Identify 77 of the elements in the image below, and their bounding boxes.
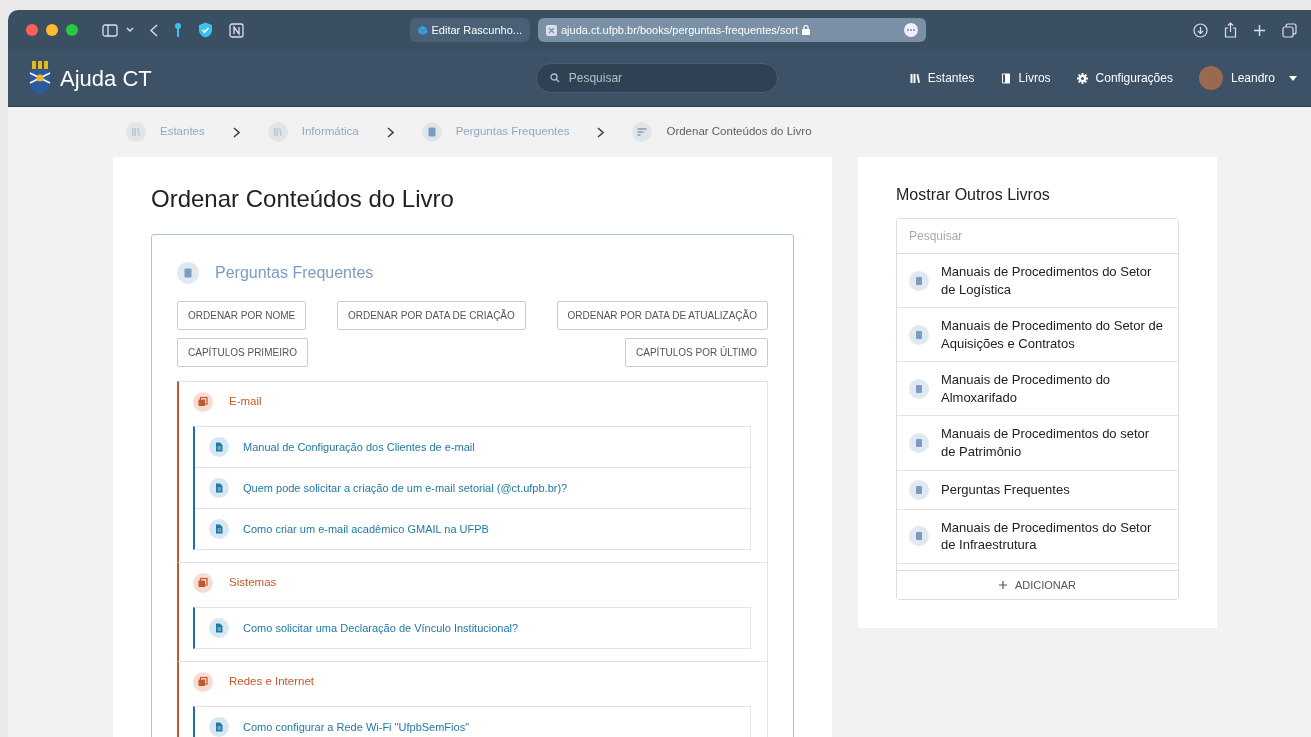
window-control[interactable] (46, 24, 58, 36)
add-button[interactable]: ADICIONAR (897, 569, 1178, 600)
chapter-title: Sistemas (229, 575, 277, 591)
more-icon[interactable] (904, 23, 918, 37)
avatar (1198, 66, 1223, 90)
plus-icon[interactable] (1253, 23, 1266, 37)
browser-tab[interactable]: Editar Rascunho... (410, 18, 530, 42)
document-icon (209, 518, 229, 539)
book-icon (909, 526, 929, 547)
book-list-item[interactable]: Manuais de Procedimentos do Setor de Logística (897, 254, 1178, 309)
window-control[interactable] (66, 24, 78, 36)
book-icon (909, 270, 929, 291)
nav-link[interactable]: Livros (1000, 69, 1051, 87)
share-icon[interactable] (1224, 22, 1237, 38)
search-field[interactable]: Pesquisar (535, 63, 778, 93)
chapter-icon (193, 391, 213, 412)
back-icon[interactable] (150, 23, 158, 37)
book-icon (909, 433, 929, 453)
page-link[interactable]: Como configurar a Rede Wi-Fi "UfpbSemFios" (195, 706, 750, 737)
book-icon (421, 122, 442, 142)
download-icon[interactable] (1193, 22, 1208, 38)
book-list-item[interactable]: Manuais de Procedimentos do Setor de Infraestrutura (897, 509, 1178, 564)
nav-link[interactable]: Estantes (909, 69, 975, 87)
book-icon (1000, 72, 1011, 84)
key-icon[interactable] (174, 22, 182, 38)
sidebar-icon[interactable] (102, 23, 118, 37)
caret-icon (1289, 75, 1297, 81)
page-link[interactable]: Manual de Configuração dos Clientes de e-mail (195, 426, 750, 467)
sidebar-title: Mostrar Outros Livros (896, 185, 1051, 205)
book-icon (909, 324, 929, 345)
gear-icon (1076, 72, 1088, 84)
book-list-item[interactable]: Manuais de Procedimentos do setor de Patrimônio (897, 416, 1178, 471)
chevron-right-icon (232, 126, 240, 138)
page-title: Ordenar Conteúdos do Livro (151, 185, 455, 214)
document-icon (209, 477, 229, 498)
page-link[interactable]: Como criar um e-mail acadêmico GMAIL na UFPB (195, 507, 750, 549)
book-icon (909, 378, 929, 399)
chevron-right-icon (386, 126, 394, 138)
sort-button[interactable]: ORDENAR POR DATA DE CRIAÇÃO (336, 300, 526, 330)
lock-icon (802, 25, 811, 35)
chapter-title: Redes e Internet (229, 674, 315, 690)
crest-icon (28, 61, 52, 95)
books-icon (126, 122, 146, 142)
sort-button[interactable]: ORDENAR POR NOME (177, 300, 307, 330)
sort-button[interactable]: ORDENAR POR DATA DE ATUALIZAÇÃO (556, 300, 768, 330)
cube-icon (418, 23, 428, 37)
document-icon (209, 617, 229, 638)
document-icon (209, 436, 229, 457)
sort-icon (632, 122, 653, 142)
book-title: Perguntas Frequentes (215, 262, 374, 283)
page-link[interactable]: Quem pode solicitar a criação de um e-mail setorial (@ct.ufpb.br)? (195, 466, 750, 508)
book-icon (909, 479, 929, 500)
window-control[interactable] (26, 24, 38, 36)
user-menu[interactable]: Leandro (1198, 66, 1297, 90)
search-icon (549, 73, 560, 83)
sort-button[interactable]: CAPÍTULOS POR ÚLTIMO (625, 337, 768, 367)
nav-link[interactable]: Configurações (1076, 69, 1173, 87)
page-link[interactable]: Como solicitar uma Declaração de Vínculo Institucional? (195, 607, 750, 648)
plus-icon (998, 580, 1007, 589)
sort-button[interactable]: CAPÍTULOS PRIMEIRO (177, 337, 308, 367)
book-list-item[interactable]: Perguntas Frequentes (897, 470, 1178, 510)
square-n-icon[interactable] (229, 22, 244, 38)
book-icon (177, 261, 199, 284)
logo-text[interactable]: Ajuda CT (60, 61, 152, 95)
books-icon (909, 73, 920, 83)
book-list-item[interactable]: Manuais de Procedimento do Setor de Aquisições e Contratos (897, 308, 1178, 363)
chevron-right-icon (597, 126, 605, 138)
chapter-title: E-mail (229, 394, 262, 410)
document-icon (209, 716, 229, 737)
chevron-down-icon[interactable] (126, 27, 134, 33)
book-list-item[interactable]: Manuais de Procedimento do Almoxarifado (897, 362, 1178, 417)
tabs-overview-icon[interactable] (1282, 22, 1297, 38)
chapter-icon (193, 671, 213, 692)
chapter-icon (193, 572, 213, 593)
shield-check-icon[interactable] (198, 22, 213, 38)
current-page-label: Ordenar Conteúdos do Livro (666, 124, 812, 140)
books-icon (267, 122, 288, 142)
